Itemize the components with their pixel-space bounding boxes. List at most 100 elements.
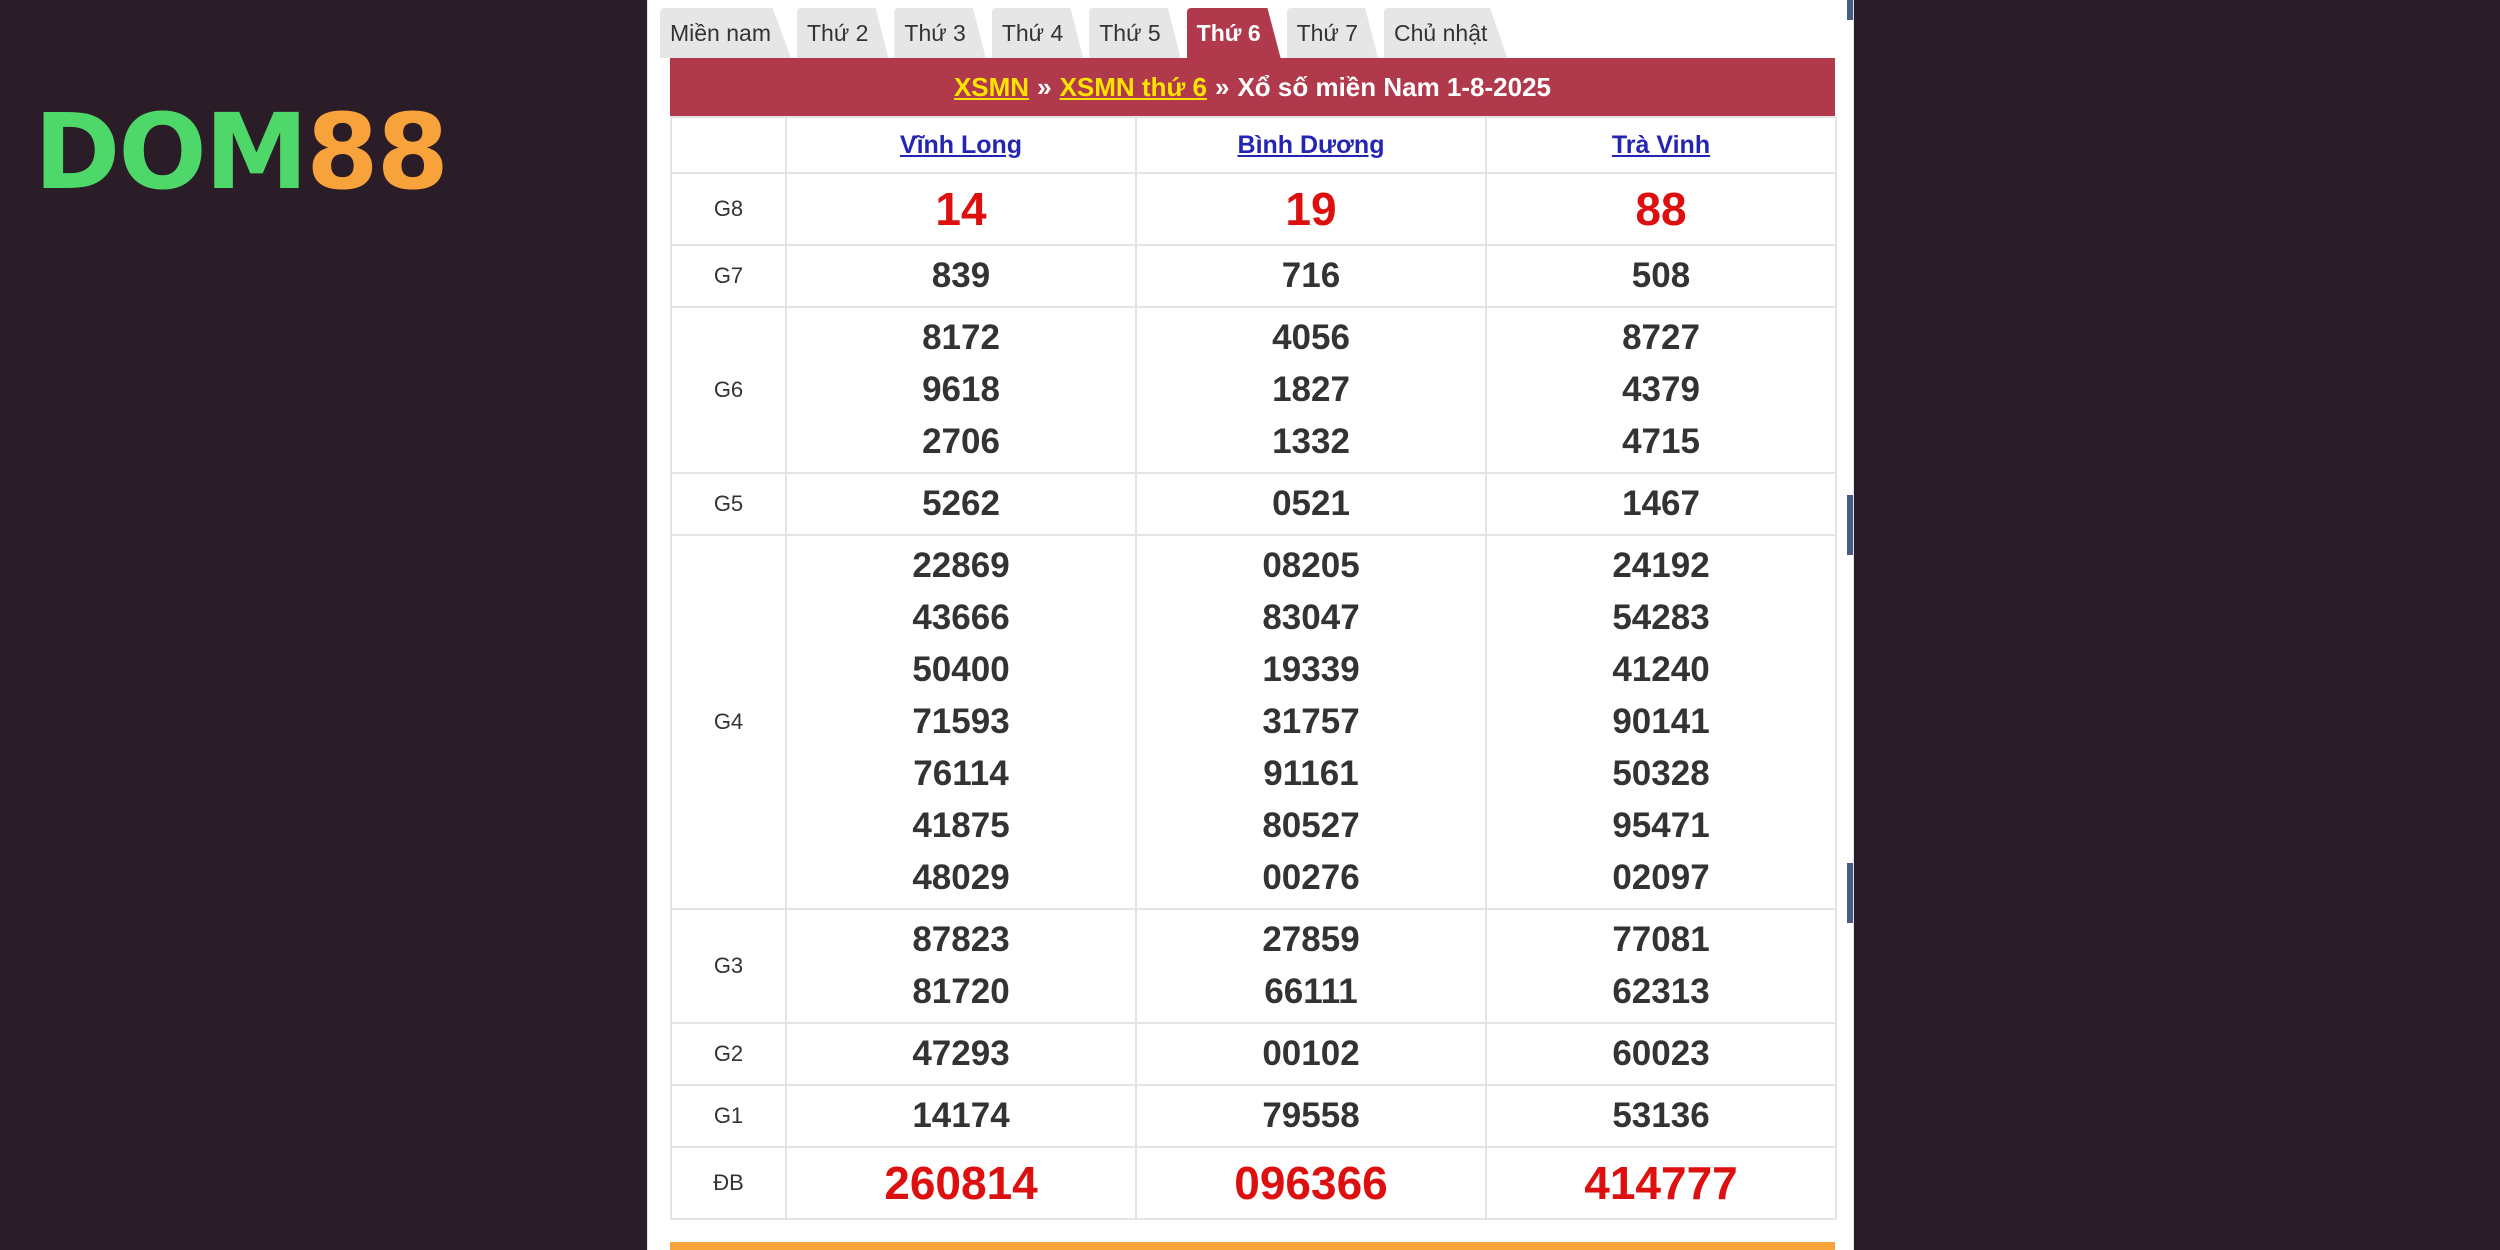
day-tabs: Miền nam Thứ 2 Thứ 3 Thứ 4 Thứ 5 Thứ 6 Thứ 7 Ch… — [660, 6, 1508, 58]
prize-row-g7: G7 839 716 508 — [670, 244, 1837, 308]
prize-cell: 414777 — [1485, 1146, 1837, 1220]
prize-number: 8727 — [1622, 318, 1700, 357]
scroll-edge-marker — [1847, 0, 1853, 20]
prize-cell: 096366 — [1135, 1146, 1487, 1220]
prize-number: 19 — [1285, 183, 1337, 235]
footer-accent-bar — [670, 1242, 1835, 1250]
prize-cell: 22869 43666 50400 71593 76114 41875 48029 — [785, 534, 1137, 910]
tab-thứ-5[interactable]: Thứ 5 — [1089, 8, 1181, 58]
breadcrumb-xsmn-link[interactable]: XSMN — [954, 72, 1029, 103]
prize-cell: 8172 9618 2706 — [785, 306, 1137, 474]
prize-cell: 839 — [785, 244, 1137, 308]
prize-number: 508 — [1631, 256, 1691, 295]
prize-number: 8172 — [922, 318, 1000, 357]
prize-number: 5262 — [922, 484, 1000, 523]
prize-number: 50400 — [912, 650, 1010, 689]
tab-chủ-nhật[interactable]: Chủ nhật — [1384, 8, 1508, 58]
prize-number: 08205 — [1262, 546, 1360, 585]
province-link-binh-duong[interactable]: Bình Dương — [1238, 131, 1385, 159]
province-header-row: Vĩnh Long Bình Dương Trà Vinh — [670, 116, 1837, 174]
prize-cell: 0521 — [1135, 472, 1487, 536]
prize-number: 14174 — [912, 1096, 1010, 1135]
prize-row-g2: G2 47293 00102 60023 — [670, 1022, 1837, 1086]
prize-number: 41875 — [912, 806, 1010, 845]
tab-thứ-4[interactable]: Thứ 4 — [991, 8, 1084, 58]
province-link-vinh-long[interactable]: Vĩnh Long — [900, 131, 1022, 159]
prize-row-g1: G1 14174 79558 53136 — [670, 1084, 1837, 1148]
prize-number: 260814 — [884, 1157, 1038, 1209]
prize-number: 31757 — [1262, 702, 1360, 741]
prize-label: G8 — [670, 172, 787, 246]
prize-label: G3 — [670, 908, 787, 1024]
prize-cell: 27859 66111 — [1135, 908, 1487, 1024]
prize-row-g6: G6 8172 9618 2706 4056 1827 1332 8727 4379 4715 — [670, 306, 1837, 474]
prize-number: 2706 — [922, 422, 1000, 461]
tab-thứ-3[interactable]: Thứ 3 — [894, 8, 986, 58]
prize-label: G1 — [670, 1084, 787, 1148]
prize-row-g4: G4 22869 43666 50400 71593 76114 41875 48029 082… — [670, 534, 1837, 910]
tab-thứ-2[interactable]: Thứ 2 — [796, 8, 889, 58]
prize-number: 1827 — [1272, 370, 1350, 409]
corner-cell — [670, 116, 787, 174]
prize-number: 00102 — [1262, 1034, 1360, 1073]
prize-number: 716 — [1281, 256, 1341, 295]
prize-cell: 4056 1827 1332 — [1135, 306, 1487, 474]
prize-label: G7 — [670, 244, 787, 308]
prize-number: 41240 — [1612, 650, 1710, 689]
prize-number: 19339 — [1262, 650, 1360, 689]
prize-number: 096366 — [1234, 1157, 1388, 1209]
prize-number: 87823 — [912, 920, 1010, 959]
prize-label: ĐB — [670, 1146, 787, 1220]
prize-number: 50328 — [1612, 754, 1710, 793]
prize-number: 22869 — [912, 546, 1010, 585]
breadcrumb-xsmn-thu6-link[interactable]: XSMN thứ 6 — [1060, 72, 1207, 103]
prize-number: 1467 — [1622, 484, 1700, 523]
prize-number: 88 — [1635, 183, 1687, 235]
prize-number: 4056 — [1272, 318, 1350, 357]
prize-cell: 60023 — [1485, 1022, 1837, 1086]
prize-cell: 19 — [1135, 172, 1487, 246]
prize-row-g5: G5 5262 0521 1467 — [670, 472, 1837, 536]
prize-row-đb: ĐB 260814 096366 414777 — [670, 1146, 1837, 1220]
prize-number: 62313 — [1612, 972, 1710, 1011]
results-panel: Miền nam Thứ 2 Thứ 3 Thứ 4 Thứ 5 Thứ 6 Thứ 7 Ch… — [647, 0, 1854, 1250]
prize-cell: 14 — [785, 172, 1137, 246]
prize-row-g8: G8 14 19 88 — [670, 172, 1837, 246]
prize-number: 24192 — [1612, 546, 1710, 585]
prize-number: 27859 — [1262, 920, 1360, 959]
prize-number: 80527 — [1262, 806, 1360, 845]
brand-logo: DOM 88 — [34, 91, 449, 213]
prize-cell: 53136 — [1485, 1084, 1837, 1148]
results-header: XSMN » XSMN thứ 6 » Xổ số miền Nam 1-8-2… — [670, 58, 1835, 116]
prize-number: 839 — [931, 256, 991, 295]
tab-thứ-6[interactable]: Thứ 6 — [1186, 8, 1281, 58]
prize-number: 414777 — [1584, 1157, 1738, 1209]
prize-cell: 716 — [1135, 244, 1487, 308]
prize-cell: 47293 — [785, 1022, 1137, 1086]
province-link-tra-vinh[interactable]: Trà Vinh — [1612, 131, 1710, 159]
prize-number: 47293 — [912, 1034, 1010, 1073]
logo-text-dom: DOM — [34, 91, 308, 213]
prize-cell: 14174 — [785, 1084, 1137, 1148]
tab-miền-nam[interactable]: Miền nam — [660, 8, 791, 58]
prize-number: 1332 — [1272, 422, 1350, 461]
prize-number: 83047 — [1262, 598, 1360, 637]
scroll-edge-marker — [1847, 863, 1853, 923]
prize-cell: 08205 83047 19339 31757 91161 80527 00276 — [1135, 534, 1487, 910]
prize-cell: 77081 62313 — [1485, 908, 1837, 1024]
page-title: Xổ số miền Nam 1-8-2025 — [1237, 71, 1552, 102]
prize-cell: 00102 — [1135, 1022, 1487, 1086]
prize-number: 91161 — [1263, 754, 1359, 793]
prize-number: 43666 — [912, 598, 1010, 637]
prize-number: 60023 — [1612, 1034, 1710, 1073]
tab-thứ-7[interactable]: Thứ 7 — [1286, 8, 1379, 58]
results-table: Vĩnh Long Bình Dương Trà Vinh G8 14 19 88 G7… — [670, 116, 1837, 1220]
prize-number: 9618 — [922, 370, 1000, 409]
prize-label: G4 — [670, 534, 787, 910]
breadcrumb-separator: » — [1037, 71, 1052, 102]
prize-number: 00276 — [1262, 858, 1360, 897]
prize-number: 0521 — [1272, 484, 1350, 523]
prize-cell: 508 — [1485, 244, 1837, 308]
prize-number: 54283 — [1612, 598, 1710, 637]
prize-number: 71593 — [912, 702, 1010, 741]
